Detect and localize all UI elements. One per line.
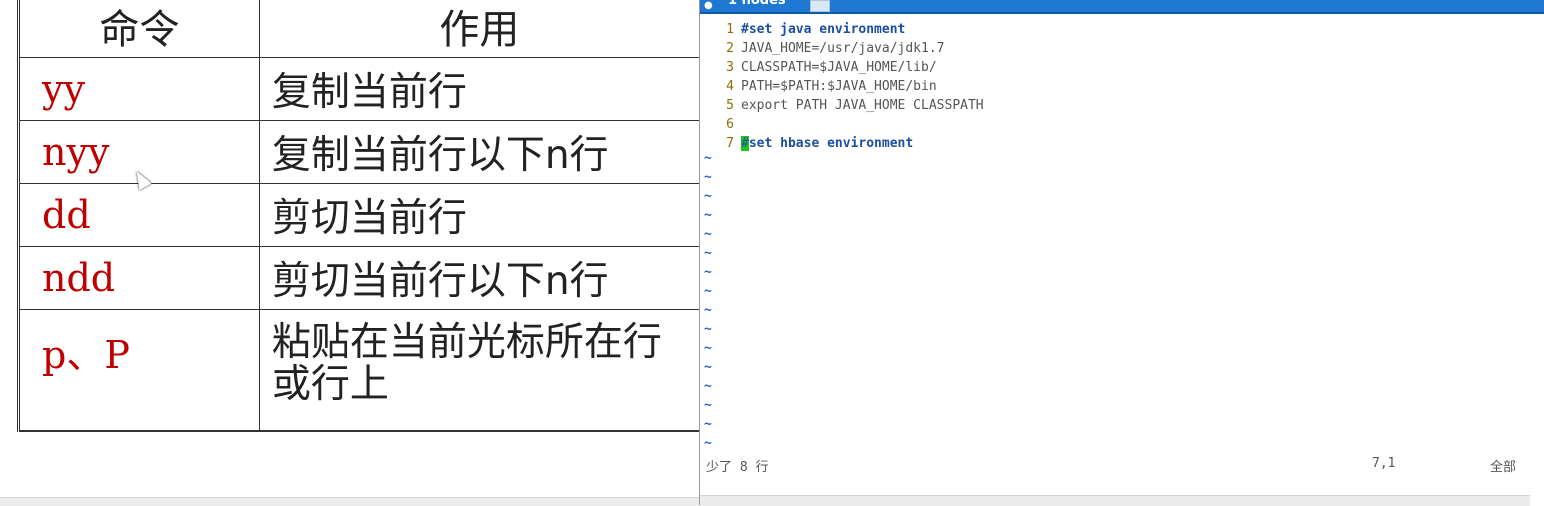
- vim-editor-window[interactable]: ● 1 nodes 1 #set java environment 2 JAVA_H…: [699, 0, 1544, 506]
- code-line: 4 PATH=$PATH:$JAVA_HOME/bin: [700, 77, 1544, 96]
- description-line-1: 粘贴在当前光标所在行: [271, 320, 662, 365]
- code-line: 6: [700, 115, 1544, 134]
- status-message: 少了 8 行: [706, 460, 769, 475]
- code-area[interactable]: 1 #set java environment 2 JAVA_HOME=/usr/j…: [700, 20, 1544, 457]
- tilde-marker: ~: [704, 189, 712, 204]
- tab-divider: [700, 12, 1544, 14]
- tilde-marker: ~: [704, 284, 712, 299]
- command-cell: p、P: [18, 309, 260, 432]
- tilde-marker: ~: [704, 436, 712, 451]
- code-line: 1 #set java environment: [700, 20, 1544, 39]
- command-cell: yy: [18, 57, 260, 121]
- tab-nodes[interactable]: 1 nodes: [720, 0, 794, 10]
- tilde-marker: ~: [704, 360, 712, 375]
- description-cell: 粘贴在当前光标所在行 或行上: [258, 309, 701, 432]
- empty-buffer-lines: ~ ~ ~ ~ ~ ~ ~ ~ ~ ~ ~ ~ ~ ~ ~ ~: [700, 151, 1544, 457]
- line-text: CLASSPATH=$JAVA_HOME/lib/: [741, 60, 937, 75]
- table-row: nyy 复制当前行以下n行: [18, 120, 701, 184]
- text-cursor: #: [741, 136, 749, 151]
- line-text: set hbase environment: [748, 136, 914, 151]
- command-table: 命令 作用 yy 复制当前行 nyy 复制当前行以下n行 dd 剪切当前行 nd…: [17, 0, 701, 432]
- line-text: export PATH JAVA_HOME CLASSPATH: [741, 98, 984, 113]
- description-cell: 剪切当前行: [258, 183, 701, 247]
- code-line: 7 #set hbase environment: [700, 134, 1544, 153]
- tab-close-icon[interactable]: ●: [704, 0, 713, 11]
- command-cell: dd: [18, 183, 260, 247]
- code-line: 3 CLASSPATH=$JAVA_HOME/lib/: [700, 58, 1544, 77]
- scroll-percent: 全部: [1490, 460, 1517, 475]
- cursor-position: 7,1: [1372, 456, 1396, 471]
- tilde-marker: ~: [704, 265, 712, 280]
- description-line-2: 或行上: [271, 362, 389, 407]
- tilde-marker: ~: [704, 322, 712, 337]
- tilde-marker: ~: [704, 417, 712, 432]
- table-row: ndd 剪切当前行以下n行: [18, 246, 701, 310]
- horizontal-scrollbar[interactable]: [700, 495, 1530, 506]
- tilde-marker: ~: [704, 151, 712, 166]
- table-row: yy 复制当前行: [18, 57, 701, 121]
- header-function: 作用: [258, 0, 701, 58]
- slide-panel: 命令 作用 yy 复制当前行 nyy 复制当前行以下n行 dd 剪切当前行 nd…: [0, 0, 701, 506]
- line-number: 2: [726, 41, 734, 56]
- table-row: p、P 粘贴在当前光标所在行 或行上: [18, 309, 701, 432]
- line-number: 1: [726, 22, 734, 37]
- tilde-marker: ~: [704, 208, 712, 223]
- tilde-marker: ~: [704, 341, 712, 356]
- tilde-marker: ~: [704, 246, 712, 261]
- table-header-row: 命令 作用: [18, 0, 701, 58]
- tab-bar: ● 1 nodes: [700, 0, 1544, 12]
- table-row: dd 剪切当前行: [18, 183, 701, 247]
- new-tab-button[interactable]: [810, 0, 830, 12]
- line-number: 3: [726, 60, 734, 75]
- description-cell: 剪切当前行以下n行: [258, 246, 701, 310]
- line-number: 5: [726, 98, 734, 113]
- status-line: 少了 8 行 7,1 全部: [700, 456, 1544, 476]
- tilde-marker: ~: [704, 398, 712, 413]
- description-cell: 复制当前行: [258, 57, 701, 121]
- line-number: 4: [726, 79, 734, 94]
- command-cell: ndd: [18, 246, 260, 310]
- line-number: 6: [726, 117, 734, 132]
- line-text: JAVA_HOME=/usr/java/jdk1.7: [741, 41, 945, 56]
- tilde-marker: ~: [704, 227, 712, 242]
- tilde-marker: ~: [704, 379, 712, 394]
- line-text: #set java environment: [741, 22, 906, 37]
- description-cell: 复制当前行以下n行: [258, 120, 701, 184]
- code-line: 2 JAVA_HOME=/usr/java/jdk1.7: [700, 39, 1544, 58]
- tilde-marker: ~: [704, 303, 712, 318]
- header-command: 命令: [18, 0, 260, 58]
- code-line: 5 export PATH JAVA_HOME CLASSPATH: [700, 96, 1544, 115]
- tilde-marker: ~: [704, 170, 712, 185]
- line-text: PATH=$PATH:$JAVA_HOME/bin: [741, 79, 937, 94]
